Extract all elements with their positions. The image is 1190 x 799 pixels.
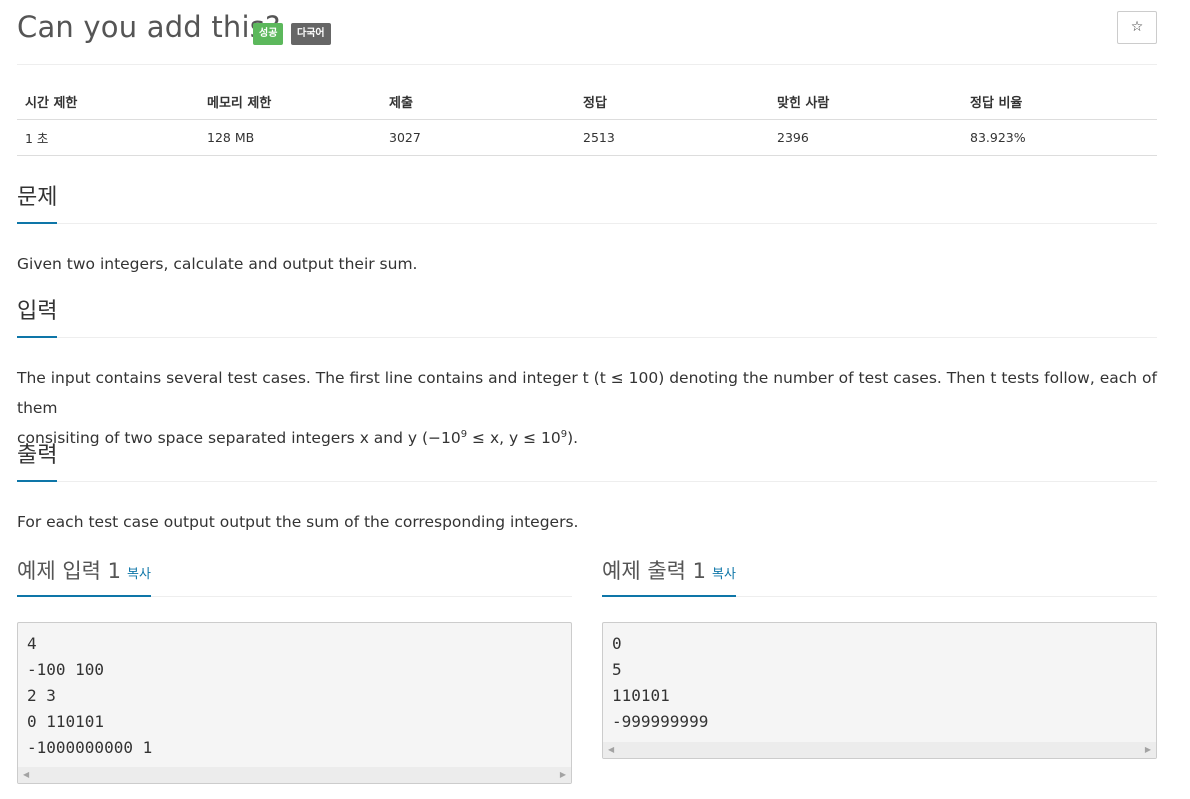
page-title: Can you add this? — [17, 10, 281, 44]
submissions-value: 3027 — [381, 119, 575, 156]
input-description: The input contains several test cases. T… — [17, 363, 1157, 453]
scroll-left-arrow-icon[interactable]: ◀ — [608, 745, 614, 754]
copy-sample-output-link[interactable]: 복사 — [712, 567, 736, 582]
title-divider — [17, 64, 1157, 65]
description-section-header: 문제 — [17, 184, 1157, 224]
header-time-limit: 시간 제한 — [17, 84, 199, 120]
scroll-left-arrow-icon[interactable]: ◀ — [23, 770, 29, 779]
output-description: For each test case output output the sum… — [17, 513, 579, 531]
input-heading: 입력 — [17, 298, 58, 338]
time-limit-value: 1 초 — [17, 119, 199, 156]
table-header-row: 시간 제한 메모리 제한 제출 정답 맞힌 사람 정답 비율 — [17, 84, 1157, 120]
status-badge-success: 성공 — [253, 23, 284, 45]
sample-output-heading: 예제 출력 1 복사 — [602, 557, 736, 597]
favorite-button[interactable]: ☆ — [1117, 11, 1157, 44]
sample-input-content: 4 -100 100 2 3 0 110101 -1000000000 1 — [27, 634, 153, 757]
problem-title-row: Can you add this? 성공 다국어 ☆ — [17, 8, 1157, 56]
description-text: Given two integers, calculate and output… — [17, 255, 418, 273]
accept-ratio-value: 83.923% — [962, 119, 1157, 156]
input-description-line-1: The input contains several test cases. T… — [17, 369, 1157, 417]
sample-output-box[interactable]: 0 5 110101 -999999999 ◀ ▶ — [602, 622, 1157, 759]
input-section-header: 입력 — [17, 298, 1157, 338]
header-submissions: 제출 — [381, 84, 575, 120]
scroll-right-arrow-icon[interactable]: ▶ — [1145, 745, 1151, 754]
sample-input-header: 예제 입력 1 복사 — [17, 557, 572, 597]
header-accept-ratio: 정답 비율 — [962, 84, 1157, 120]
output-section-header: 출력 — [17, 442, 1157, 482]
copy-sample-input-link[interactable]: 복사 — [127, 567, 151, 582]
header-solvers: 맞힌 사람 — [769, 84, 962, 120]
sample-input-box[interactable]: 4 -100 100 2 3 0 110101 -1000000000 1 ◀ … — [17, 622, 572, 784]
table-row: 1 초 128 MB 3027 2513 2396 83.923% — [17, 119, 1157, 156]
scroll-right-arrow-icon[interactable]: ▶ — [560, 770, 566, 779]
sample-output-header: 예제 출력 1 복사 — [602, 557, 1157, 597]
output-heading: 출력 — [17, 442, 58, 482]
sample-output-content: 0 5 110101 -999999999 — [612, 634, 709, 731]
header-accepted: 정답 — [575, 84, 769, 120]
problem-info-table: 시간 제한 메모리 제한 제출 정답 맞힌 사람 정답 비율 1 초 128 M… — [17, 84, 1157, 156]
star-icon: ☆ — [1130, 19, 1144, 35]
solvers-value: 2396 — [769, 119, 962, 156]
header-memory-limit: 메모리 제한 — [199, 84, 381, 120]
accepted-value: 2513 — [575, 119, 769, 156]
sample-input-heading: 예제 입력 1 복사 — [17, 557, 151, 597]
status-badge-multilanguage: 다국어 — [291, 23, 331, 45]
description-heading: 문제 — [17, 184, 58, 224]
sample-output-scrollbar[interactable]: ◀ ▶ — [603, 742, 1156, 758]
memory-limit-value: 128 MB — [199, 119, 381, 156]
sample-input-scrollbar[interactable]: ◀ ▶ — [18, 767, 571, 783]
